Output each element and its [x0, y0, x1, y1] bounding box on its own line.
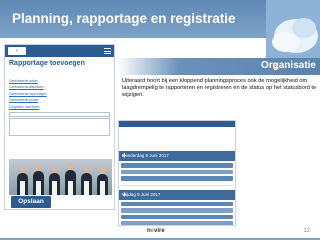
related-link[interactable]: Gerelateerde acties [9, 79, 110, 83]
related-link[interactable]: Gerelateerde profiel [9, 98, 110, 102]
cloud-icon [266, 0, 320, 66]
related-link[interactable]: Gerelateerde rapportages [9, 92, 110, 96]
planning-item[interactable] [121, 214, 233, 219]
related-link[interactable]: Gerelateerde afspraken [9, 85, 110, 89]
day-header[interactable]: Donderdag 8 Juni 2017 + [119, 151, 235, 161]
page-number: 12 [303, 228, 310, 234]
planning-screen: Donderdag 8 Juni 2017 + Vrijdag 9 Juni 2… [118, 120, 236, 226]
related-link[interactable]: Zorgtoets/ monitoren [9, 105, 110, 109]
slide-description: Uiteraard hoort bij een kloppend plannin… [122, 78, 317, 98]
form-intro-text [9, 68, 110, 72]
planning-item[interactable] [121, 208, 233, 213]
team-photo [9, 159, 112, 195]
brand-logo: nevire [147, 228, 165, 234]
add-icon[interactable]: + [122, 151, 232, 161]
app-topbar: ≡ [5, 45, 114, 57]
report-textarea[interactable] [9, 118, 110, 137]
step-label: Organisatie [260, 60, 316, 71]
step-banner: 3. Organisatie [118, 58, 320, 75]
day-header[interactable]: Vrijdag 9 Juni 2017 + [119, 189, 235, 200]
planning-item[interactable] [121, 163, 233, 168]
planning-item[interactable] [121, 221, 233, 225]
save-button[interactable]: Opslaan [11, 196, 51, 208]
planning-item[interactable] [121, 201, 233, 206]
app-logo: ≡ [8, 47, 26, 55]
slide-title: Planning, rapportage en registratie [12, 11, 236, 26]
planning-item[interactable] [121, 176, 233, 181]
report-form-screen: ≡ Rapportage toevoegen Gerelateerde acti… [4, 44, 115, 210]
menu-icon[interactable] [104, 48, 111, 54]
add-icon[interactable]: + [122, 190, 232, 200]
date-field[interactable] [9, 112, 110, 118]
planning-item[interactable] [121, 169, 233, 174]
form-heading: Rapportage toevoegen [9, 60, 85, 67]
